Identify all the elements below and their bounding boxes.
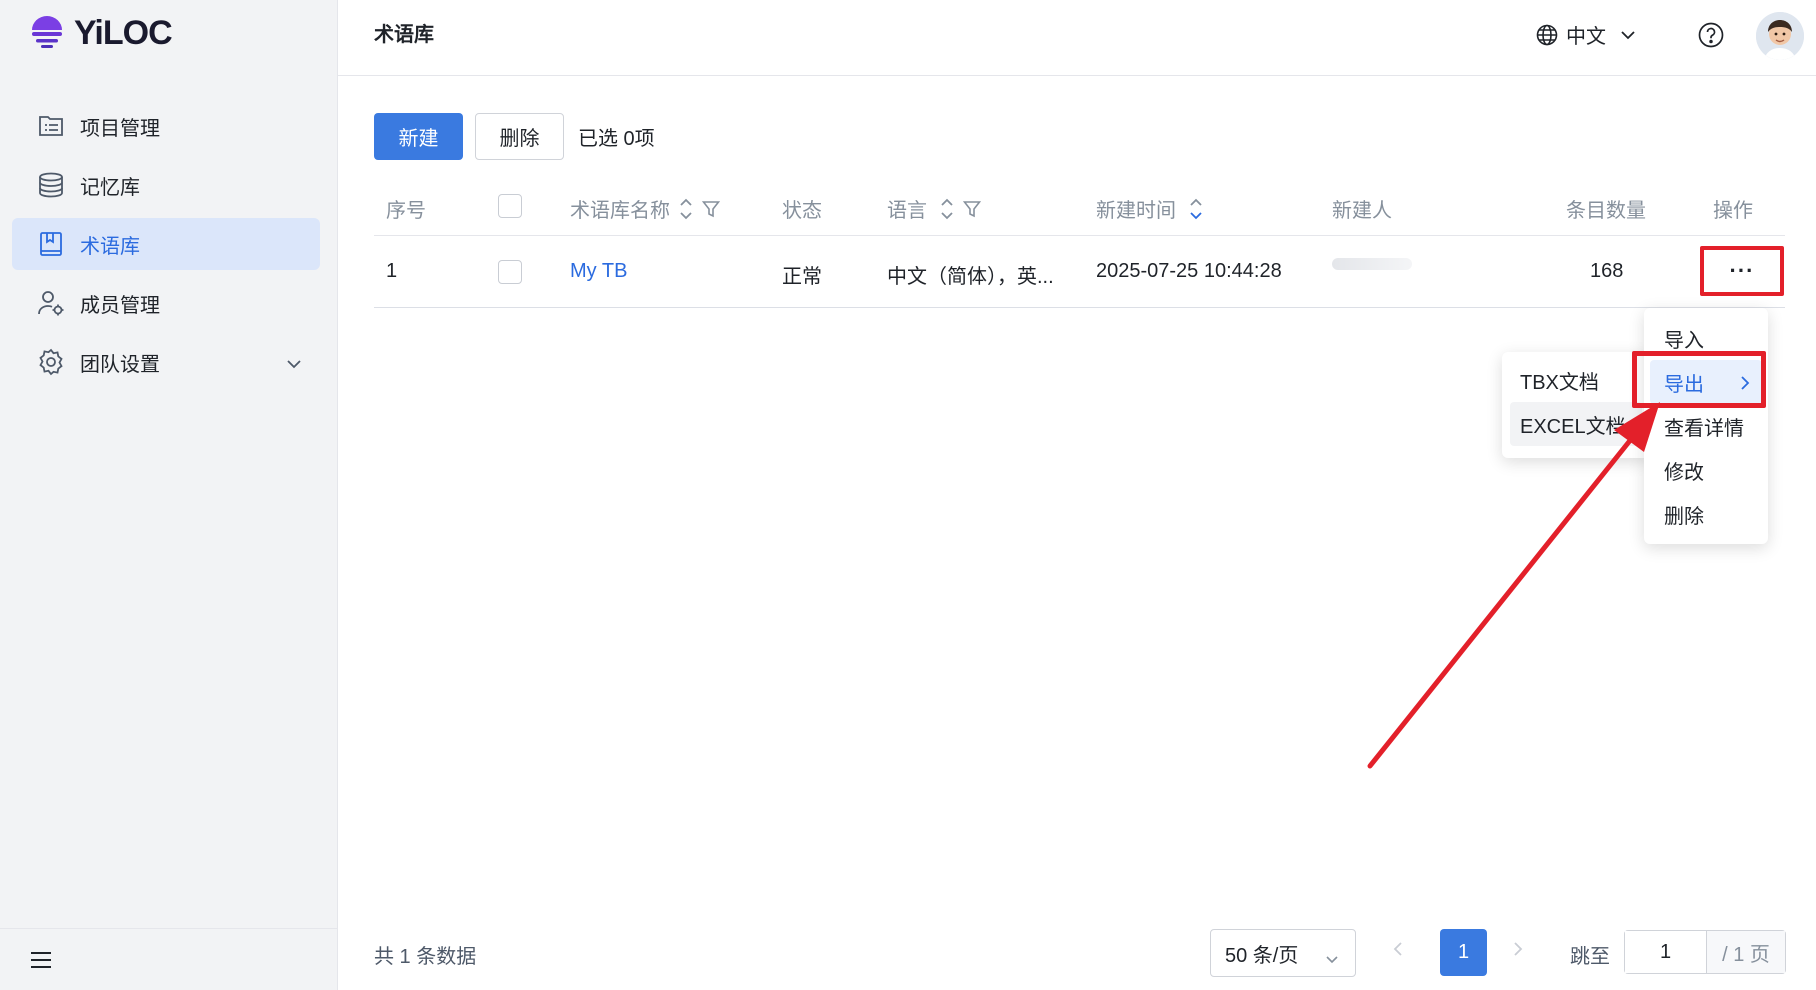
chevron-right-icon xyxy=(1740,374,1750,397)
column-header-entries: 条目数量 xyxy=(1566,200,1646,222)
menu-item-details[interactable]: 查看详情 xyxy=(1644,404,1768,448)
column-header-creator: 新建人 xyxy=(1332,200,1392,222)
collapse-menu-icon[interactable] xyxy=(30,951,52,969)
gear-icon xyxy=(36,347,66,377)
book-icon xyxy=(36,229,66,259)
sidebar-item-termbase[interactable]: 术语库 xyxy=(12,218,320,270)
sort-icon[interactable] xyxy=(939,195,955,223)
top-header: 术语库 中文 xyxy=(338,0,1816,76)
prev-page-icon[interactable] xyxy=(1392,940,1404,963)
table-row[interactable]: 1 My TB 正常 中文（简体），英... 2025-07-25 10:44:… xyxy=(374,236,1785,308)
table-header: 序号 术语库名称 状态 语言 新建时间 新建人 条目数量 操作 xyxy=(374,176,1785,236)
sidebar-item-memory[interactable]: 记忆库 xyxy=(12,159,320,211)
jump-box: / 1 页 xyxy=(1624,930,1786,974)
sidebar-item-label: 项目管理 xyxy=(80,117,160,140)
termbase-table: 序号 术语库名称 状态 语言 新建时间 新建人 条目数量 操作 1 My TB … xyxy=(374,176,1785,308)
cell-status: 正常 xyxy=(782,266,822,288)
sidebar-item-label: 成员管理 xyxy=(80,294,160,317)
column-header-language: 语言 xyxy=(887,194,981,223)
sidebar-item-label: 记忆库 xyxy=(80,176,140,199)
language-label: 中文 xyxy=(1566,26,1606,48)
logo-text: YiLOC xyxy=(74,14,173,52)
project-list-icon xyxy=(36,111,66,141)
menu-item-export[interactable]: 导出 xyxy=(1650,360,1762,404)
column-header-index: 序号 xyxy=(386,200,426,222)
database-icon xyxy=(36,170,66,200)
help-icon[interactable] xyxy=(1698,22,1724,53)
member-settings-icon xyxy=(36,288,66,318)
cell-creator-blurred xyxy=(1332,258,1412,270)
language-selector[interactable]: 中文 xyxy=(1536,20,1636,49)
column-header-name: 术语库名称 xyxy=(570,194,720,223)
cell-index: 1 xyxy=(386,260,398,282)
more-actions-button[interactable]: ··· xyxy=(1700,246,1784,296)
column-header-created-at: 新建时间 xyxy=(1096,194,1204,223)
new-button[interactable]: 新建 xyxy=(374,113,463,160)
page-size-select[interactable]: 50 条/页 xyxy=(1210,929,1356,977)
menu-item-edit[interactable]: 修改 xyxy=(1644,448,1768,492)
globe-icon xyxy=(1536,24,1558,45)
sidebar-item-team-settings[interactable]: 团队设置 xyxy=(12,336,320,388)
sidebar-nav: 项目管理 记忆库 术语库 成员管理 团队设置 xyxy=(12,100,320,395)
chevron-down-icon xyxy=(1325,948,1339,971)
select-all-checkbox[interactable] xyxy=(498,194,522,218)
export-tbx-item[interactable]: TBX文档 xyxy=(1502,358,1650,402)
filter-icon[interactable] xyxy=(963,200,981,218)
column-header-actions: 操作 xyxy=(1713,200,1753,222)
chevron-down-icon xyxy=(1621,30,1635,39)
delete-button[interactable]: 删除 xyxy=(475,113,564,160)
selected-count: 已选 0项 xyxy=(578,128,655,150)
termbase-name-link[interactable]: My TB xyxy=(570,260,627,283)
menu-item-import[interactable]: 导入 xyxy=(1644,316,1768,360)
column-header-status: 状态 xyxy=(782,200,822,222)
total-count: 共 1 条数据 xyxy=(374,946,477,968)
page-title: 术语库 xyxy=(374,24,434,46)
chevron-down-icon xyxy=(286,352,302,375)
current-page-button[interactable]: 1 xyxy=(1440,929,1487,976)
menu-item-delete[interactable]: 删除 xyxy=(1644,492,1768,536)
next-page-icon[interactable] xyxy=(1512,940,1524,963)
cell-language: 中文（简体），英... xyxy=(887,266,1054,288)
sidebar-item-label: 团队设置 xyxy=(80,353,160,376)
export-submenu: TBX文档 EXCEL文档 xyxy=(1502,352,1650,458)
sidebar: YiLOC 项目管理 记忆库 术语库 成员管理 团队设置 xyxy=(0,0,338,990)
export-excel-item[interactable]: EXCEL文档 xyxy=(1510,402,1642,446)
cell-entries: 168 xyxy=(1590,260,1624,282)
sort-desc-icon[interactable] xyxy=(1188,195,1204,223)
sort-icon[interactable] xyxy=(678,195,694,223)
filter-icon[interactable] xyxy=(702,200,720,218)
sidebar-item-label: 术语库 xyxy=(80,235,140,258)
row-checkbox[interactable] xyxy=(498,260,522,284)
menu-item-label: 导出 xyxy=(1664,373,1704,396)
logo-icon xyxy=(32,15,62,48)
total-pages: / 1 页 xyxy=(1707,931,1785,973)
page-size-label: 50 条/页 xyxy=(1225,944,1299,967)
cell-created-at: 2025-07-25 10:44:28 xyxy=(1096,260,1282,282)
jump-page-input[interactable] xyxy=(1625,931,1707,973)
sidebar-item-projects[interactable]: 项目管理 xyxy=(12,100,320,152)
logo[interactable]: YiLOC xyxy=(30,14,173,53)
jump-label: 跳至 xyxy=(1570,946,1610,968)
action-menu: 导入 导出 查看详情 修改 删除 xyxy=(1644,308,1768,544)
sidebar-item-members[interactable]: 成员管理 xyxy=(12,277,320,329)
avatar[interactable] xyxy=(1756,12,1804,60)
toolbar: 新建 删除 已选 0项 xyxy=(374,113,655,160)
sidebar-footer xyxy=(0,928,338,990)
